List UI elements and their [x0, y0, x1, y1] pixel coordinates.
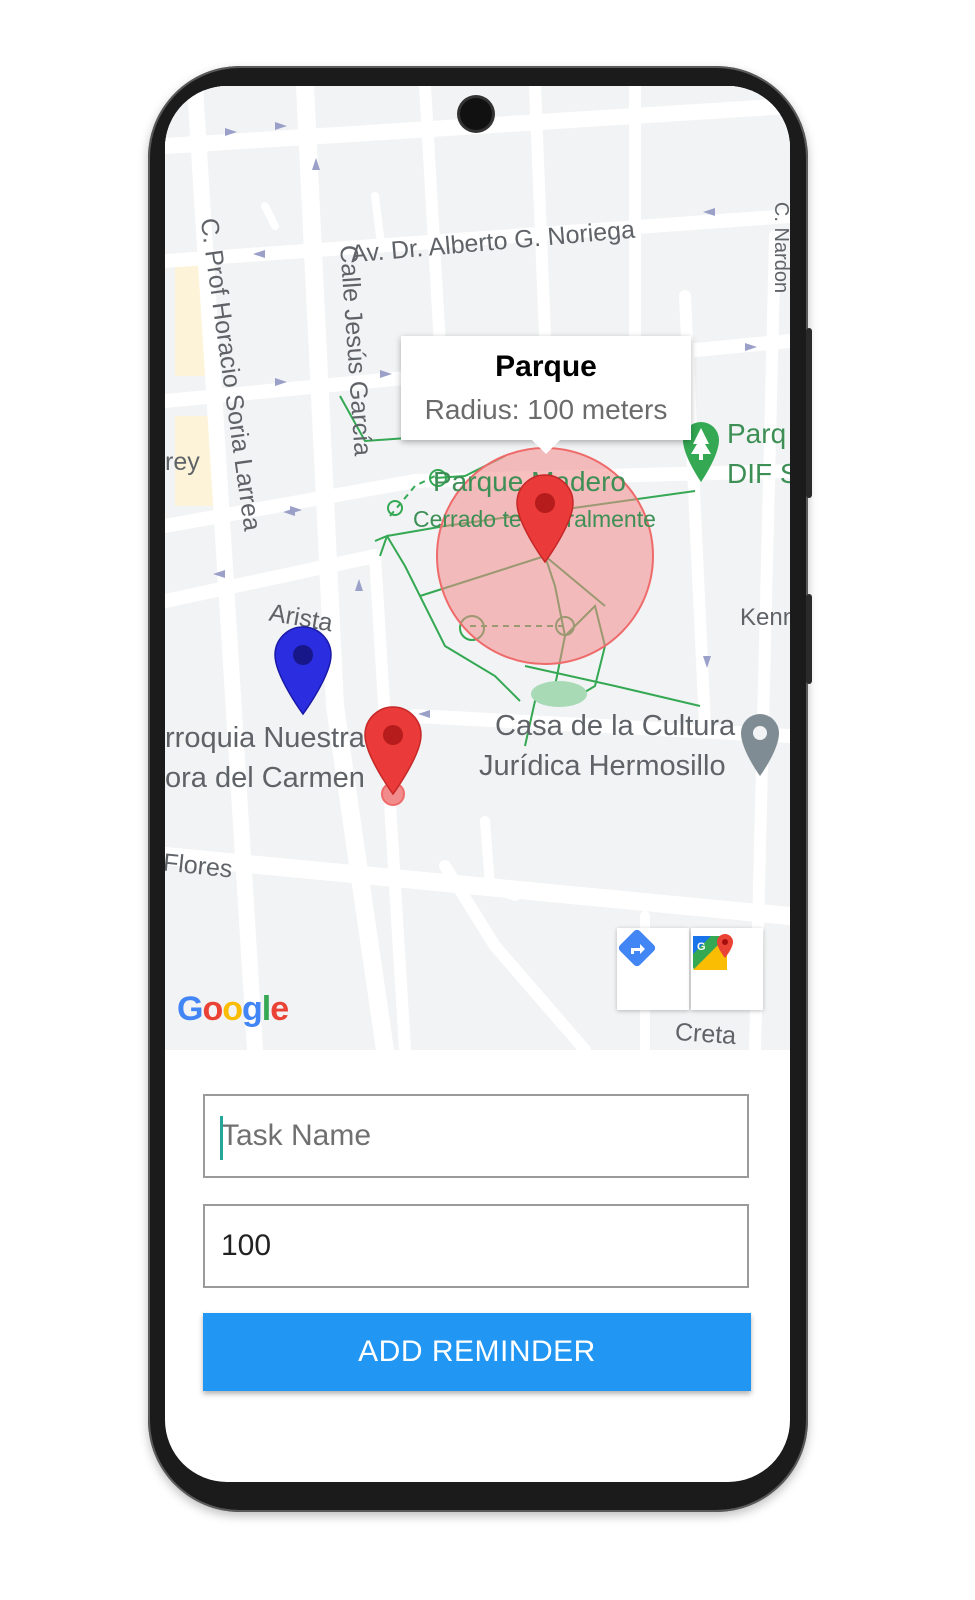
- place-label: Parq: [727, 418, 787, 449]
- street-label: C. Nardon: [770, 201, 790, 294]
- street-label: rey: [165, 448, 200, 476]
- geofence-marker-icon[interactable]: [515, 474, 575, 564]
- street-label: Creta: [674, 1017, 738, 1050]
- directions-icon: [618, 929, 656, 967]
- task-name-field[interactable]: [203, 1094, 749, 1178]
- text-cursor: [220, 1116, 223, 1160]
- screen: Av. Dr. Alberto G. Noriega C. Prof Horac…: [165, 86, 790, 1482]
- add-reminder-button[interactable]: ADD REMINDER: [203, 1313, 751, 1391]
- map-view[interactable]: Av. Dr. Alberto G. Noriega C. Prof Horac…: [165, 86, 790, 1050]
- place-label: ora del Carmen: [165, 762, 365, 794]
- marker-info-window[interactable]: Parque Radius: 100 meters: [401, 336, 691, 454]
- current-location-marker-icon[interactable]: [273, 626, 333, 716]
- info-window-title: Parque: [495, 350, 597, 383]
- google-logo: Google: [177, 990, 289, 1028]
- radius-input[interactable]: [219, 1228, 747, 1264]
- info-window-subtitle: Radius: 100 meters: [424, 394, 668, 425]
- place-label: Jurídica Hermosillo: [479, 750, 726, 782]
- place-label: Casa de la Cultura: [495, 710, 736, 742]
- reminder-marker-icon[interactable]: [363, 706, 423, 810]
- place-label: DIF S: [727, 458, 790, 489]
- google-maps-icon: G: [693, 934, 733, 970]
- svg-text:G: G: [697, 941, 706, 953]
- place-label: rroquia Nuestra: [165, 722, 365, 754]
- front-camera: [460, 98, 492, 130]
- street-label: Kenn: [740, 604, 790, 631]
- radius-field[interactable]: [203, 1204, 749, 1288]
- directions-button[interactable]: [617, 928, 689, 1010]
- open-in-maps-button[interactable]: G: [691, 928, 763, 1010]
- task-name-input[interactable]: [219, 1118, 747, 1154]
- place-marker-icon[interactable]: [739, 712, 781, 778]
